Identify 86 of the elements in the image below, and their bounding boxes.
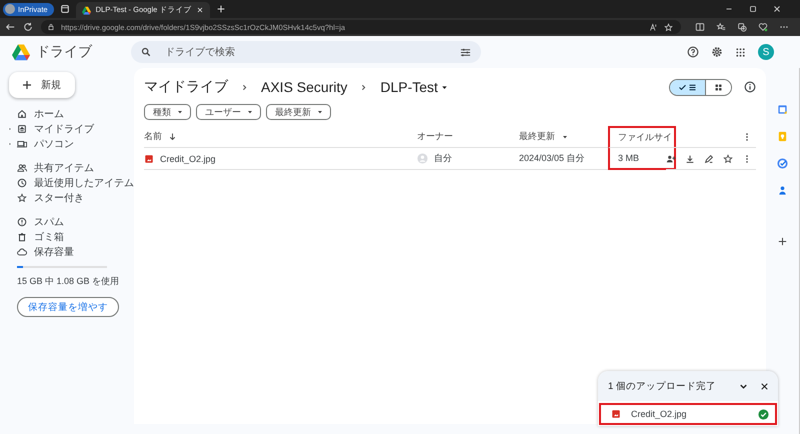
- calendar-icon[interactable]: [777, 104, 788, 115]
- search-icon[interactable]: [141, 47, 151, 57]
- recent-icon: [17, 178, 27, 188]
- breadcrumb-item[interactable]: マイドライブ: [144, 78, 228, 96]
- file-name-cell[interactable]: Credit_O2.jpg: [144, 148, 417, 170]
- read-aloud-icon[interactable]: [649, 22, 658, 32]
- spam-icon: [17, 216, 27, 226]
- modified-cell: 2024/03/05 自分: [519, 148, 618, 170]
- storage-usage-text: 15 GB 中 1.08 GB を使用: [17, 275, 120, 288]
- sidebar-item[interactable]: ゴミ箱: [8, 229, 134, 244]
- breadcrumb-item[interactable]: DLP-Test: [380, 79, 449, 95]
- search-field[interactable]: ドライブで検索: [131, 41, 481, 63]
- upload-item[interactable]: Credit_O2.jpg: [599, 403, 777, 425]
- check-icon: [678, 82, 687, 92]
- home-icon: [17, 108, 27, 118]
- size-cell: 3 MB: [608, 148, 676, 170]
- column-header[interactable]: 最終更新: [519, 126, 618, 148]
- pen-icon[interactable]: [704, 154, 714, 164]
- new-tab-icon[interactable]: [216, 4, 226, 14]
- sidebar-item[interactable]: 最近使用したアイテム: [8, 175, 134, 190]
- split-screen-icon[interactable]: [695, 22, 705, 32]
- sidebar-item[interactable]: 共有アイテム: [8, 160, 134, 175]
- owner-cell: 自分: [417, 148, 519, 170]
- get-more-storage-button[interactable]: 保存容量を増やす: [17, 297, 119, 317]
- close-icon[interactable]: [759, 380, 770, 392]
- drive-logo-icon[interactable]: [12, 43, 30, 61]
- refresh-icon[interactable]: [23, 22, 33, 32]
- column-header[interactable]: オーナー: [417, 126, 519, 148]
- grid-view-toggle[interactable]: [705, 80, 731, 94]
- new-button[interactable]: 新規: [9, 72, 75, 98]
- grid-icon: [714, 82, 723, 92]
- shared-icon: [17, 162, 27, 172]
- back-icon[interactable]: [5, 22, 15, 32]
- chevron-icon: [240, 82, 249, 92]
- star-icon[interactable]: [723, 154, 733, 164]
- collections-icon[interactable]: [737, 22, 747, 32]
- add-person-icon[interactable]: [666, 154, 676, 164]
- sidebar-item[interactable]: ホーム: [8, 106, 134, 121]
- sidebar-item[interactable]: パソコン: [8, 136, 134, 151]
- sort-arrow-icon: [168, 132, 177, 141]
- sidebar-item[interactable]: マイドライブ: [8, 121, 134, 136]
- sidebar-item[interactable]: スパム: [8, 214, 134, 229]
- plus-icon: [21, 79, 33, 91]
- caret-icon: [176, 108, 184, 116]
- trash-icon: [17, 232, 27, 242]
- cloud-icon: [17, 246, 27, 256]
- view-toggle[interactable]: [669, 78, 732, 96]
- drive-logo-icon: [82, 6, 91, 14]
- lock-icon[interactable]: [47, 23, 55, 31]
- add-icon[interactable]: [777, 236, 788, 247]
- close-icon[interactable]: [772, 4, 782, 14]
- list-view-toggle[interactable]: [670, 80, 705, 94]
- maximize-icon[interactable]: [748, 4, 758, 14]
- info-icon[interactable]: [744, 81, 756, 93]
- heart-icon[interactable]: [758, 22, 768, 32]
- list-icon: [688, 82, 697, 92]
- tasks-icon[interactable]: [777, 158, 788, 169]
- column-header[interactable]: ファイルサイ: [608, 126, 676, 148]
- search-input[interactable]: ドライブで検索: [163, 46, 448, 58]
- filter-chip[interactable]: ユーザー: [196, 104, 261, 120]
- drive-icon: [17, 124, 27, 134]
- filter-chip[interactable]: 種類: [144, 104, 191, 120]
- column-header[interactable]: 名前: [144, 126, 417, 148]
- favorites-icon[interactable]: [716, 22, 726, 32]
- sidebar-item[interactable]: スター付き: [8, 190, 134, 205]
- settings-icon[interactable]: [711, 46, 723, 58]
- download-icon[interactable]: [685, 154, 695, 164]
- breadcrumb-item[interactable]: AXIS Security: [261, 79, 348, 95]
- image-file-icon: [611, 409, 621, 419]
- product-name: ドライブ: [36, 43, 94, 61]
- apps-icon[interactable]: [735, 46, 746, 58]
- image-file-icon: [144, 154, 154, 164]
- close-icon[interactable]: [196, 6, 204, 14]
- upload-status-title: 1 個のアップロード完了: [608, 380, 717, 392]
- help-icon[interactable]: [687, 46, 699, 58]
- filter-chip[interactable]: 最終更新: [266, 104, 331, 120]
- filter-options-icon[interactable]: [460, 46, 471, 58]
- caret-icon: [316, 108, 324, 116]
- person-icon: [417, 153, 428, 164]
- computer-icon: [17, 138, 27, 148]
- caret-icon: [246, 108, 254, 116]
- tab-actions-icon[interactable]: [60, 4, 70, 14]
- star-icon: [17, 192, 27, 202]
- favorite-icon[interactable]: [664, 22, 673, 32]
- contacts-icon[interactable]: [777, 185, 788, 196]
- sidebar-item[interactable]: 保存容量: [8, 244, 134, 259]
